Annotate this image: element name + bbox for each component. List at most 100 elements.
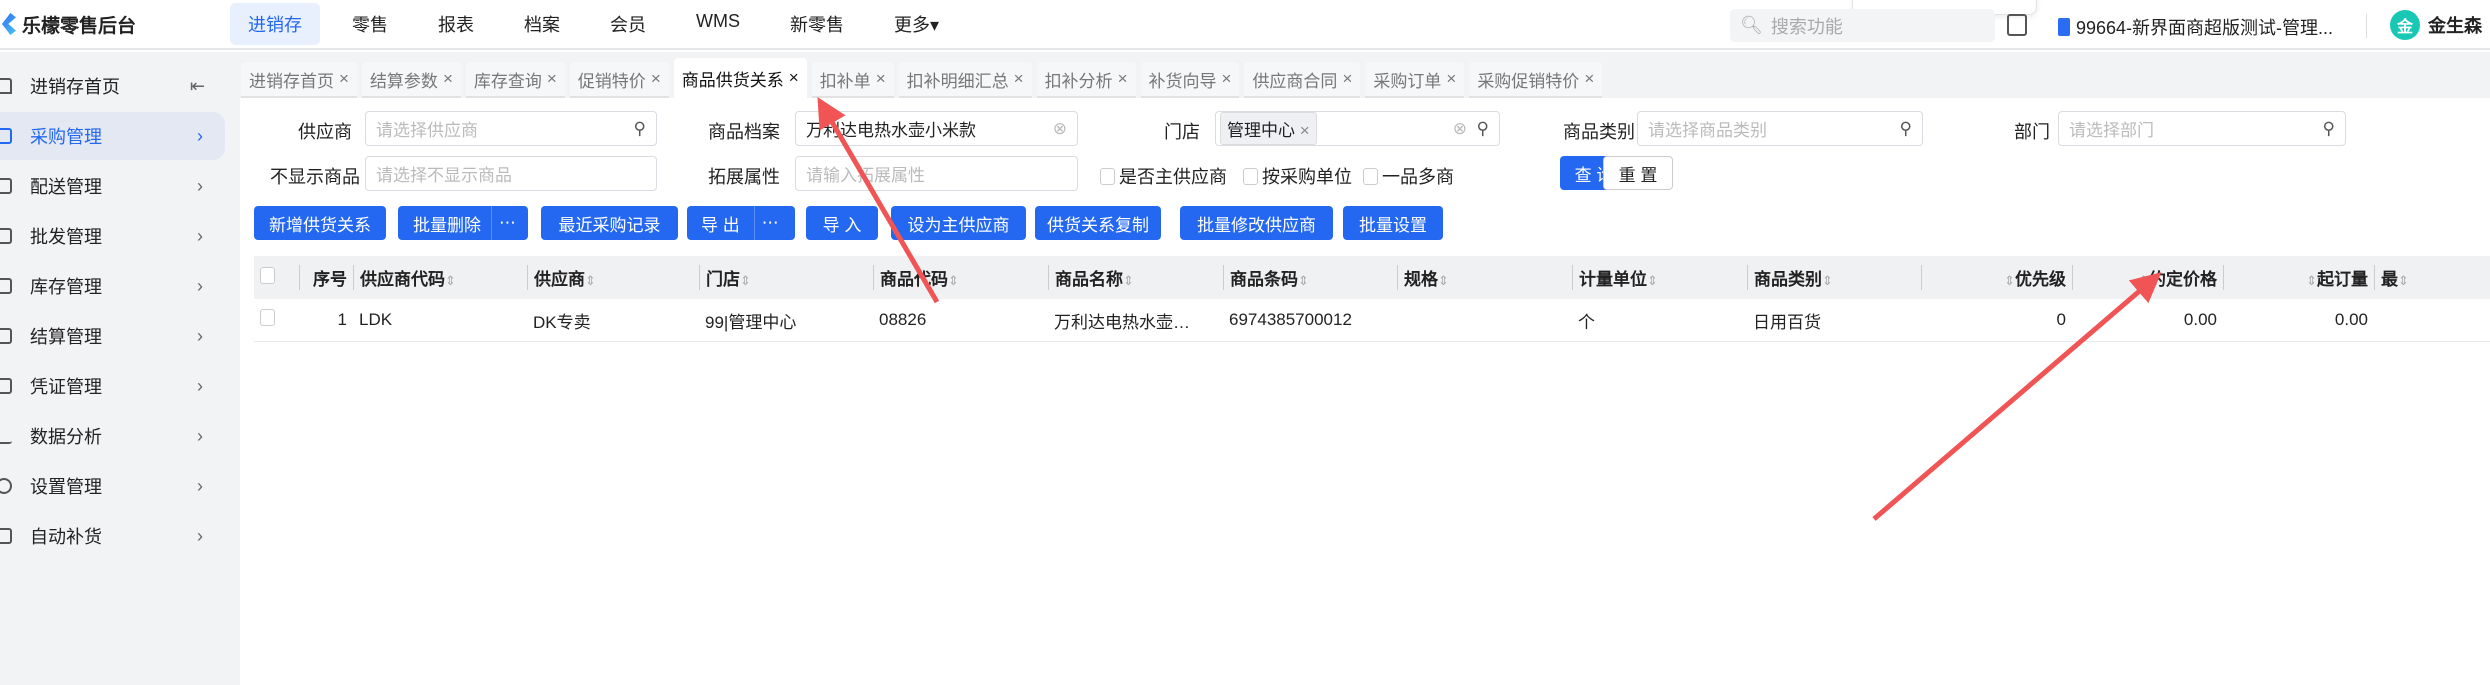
table-row[interactable]: 1 LDK DK专卖 99|管理中心 08826 万利达电热水壶… 697438570001… (254, 299, 2490, 342)
add-supply-relation-button[interactable]: 新增供货关系 (254, 206, 386, 240)
product-input[interactable]: 万利达电热水壶小米款 ⊗ (795, 111, 1078, 146)
sidebar-item-voucher[interactable]: 凭证管理 › (0, 362, 225, 410)
tab-2[interactable]: 库存查询 × (465, 62, 565, 98)
hide-input[interactable]: 请选择不显示商品 (365, 156, 657, 191)
sort-icon[interactable]: ⇕ (1298, 273, 1309, 288)
column-header[interactable]: 供应商代码⇕ (353, 265, 527, 290)
search-input[interactable]: 🔍︎ 搜索功能 (1730, 9, 1995, 42)
tab-7[interactable]: 扣补分析 × (1036, 62, 1136, 98)
sidebar-item-settlement[interactable]: 结算管理 › (0, 312, 225, 360)
column-header[interactable]: ⇕优先级 (1921, 265, 2072, 290)
category-input[interactable]: 请选择商品类别 ⚲ (1637, 111, 1923, 146)
tab-3[interactable]: 促销特价 × (569, 62, 669, 98)
nav-new-retail[interactable]: 新零售 (772, 3, 862, 45)
search-icon[interactable]: ⚲ (1900, 119, 1912, 139)
close-icon[interactable]: × (1014, 69, 1024, 89)
close-icon[interactable]: × (1584, 69, 1594, 89)
multi-supplier-checkbox[interactable]: 一品多商 (1363, 163, 1454, 189)
purchase-unit-checkbox[interactable]: 按采购单位 (1243, 163, 1352, 189)
sort-icon[interactable]: ⇕ (948, 273, 959, 288)
sort-icon[interactable]: ⇕ (1123, 273, 1134, 288)
collapse-icon[interactable]: ⇤ (190, 76, 205, 97)
main-supplier-checkbox[interactable]: 是否主供应商 (1100, 163, 1227, 189)
nav-report[interactable]: 报表 (420, 3, 492, 45)
sidebar-item-inventory[interactable]: 库存管理 › (0, 262, 225, 310)
nav-jxc[interactable]: 进销存 (230, 3, 320, 45)
close-icon[interactable]: × (1342, 69, 1352, 89)
sidebar-item-purchase[interactable]: 采购管理 › (0, 112, 225, 160)
close-icon[interactable]: × (1446, 69, 1456, 89)
store-input[interactable]: 管理中心 × ⊗ ⚲ (1215, 111, 1500, 146)
copy-supply-relation-button[interactable]: 供货关系复制 (1035, 206, 1161, 240)
sidebar-item-delivery[interactable]: 配送管理 › (0, 162, 225, 210)
column-header[interactable]: 计量单位⇕ (1572, 265, 1747, 290)
recent-purchase-button[interactable]: 最近采购记录 (541, 206, 678, 240)
nav-archive[interactable]: 档案 (506, 3, 578, 45)
sort-icon[interactable]: ⇕ (1438, 273, 1449, 288)
tab-10[interactable]: 采购订单 × (1365, 62, 1465, 98)
column-header[interactable]: 最⇕ (2374, 265, 2490, 290)
clear-icon[interactable]: ⊗ (1453, 119, 1467, 139)
checkbox[interactable] (1100, 167, 1115, 185)
tab-0[interactable]: 进销存首页 × (241, 62, 357, 98)
sort-icon[interactable]: ⇕ (2004, 273, 2015, 288)
column-header[interactable]: 序号 (299, 265, 353, 290)
close-icon[interactable]: × (789, 68, 799, 88)
export-button[interactable]: 导 出 ⋯ (687, 206, 795, 240)
search-icon[interactable]: ⚲ (2323, 119, 2335, 139)
more-icon[interactable]: ⋯ (753, 206, 786, 240)
search-icon[interactable]: ⚲ (634, 119, 646, 139)
tab-6[interactable]: 扣补明细汇总 × (898, 62, 1032, 98)
sort-icon[interactable]: ⇕ (2138, 273, 2149, 288)
nav-member[interactable]: 会员 (592, 3, 664, 45)
tab-11[interactable]: 采购促销特价 × (1469, 62, 1603, 98)
set-main-supplier-button[interactable]: 设为主供应商 (891, 206, 1026, 240)
column-header[interactable]: 供应商⇕ (527, 265, 699, 290)
sort-icon[interactable]: ⇕ (1647, 273, 1658, 288)
checkbox[interactable] (1363, 167, 1378, 185)
sort-icon[interactable]: ⇕ (445, 273, 456, 288)
tab-8[interactable]: 补货向导 × (1140, 62, 1240, 98)
search-icon[interactable]: ⚲ (1477, 119, 1489, 139)
close-icon[interactable]: × (876, 69, 886, 89)
sort-icon[interactable]: ⇕ (2398, 273, 2409, 288)
supplier-input[interactable]: 请选择供应商 ⚲ (365, 111, 657, 146)
close-icon[interactable]: × (1222, 69, 1232, 89)
checkbox[interactable] (1243, 167, 1258, 185)
close-icon[interactable]: × (547, 69, 557, 89)
batch-delete-button[interactable]: 批量删除 ⋯ (398, 206, 528, 240)
tab-1[interactable]: 结算参数 × (361, 62, 461, 98)
ext-input[interactable]: 请输入拓展属性 (795, 156, 1078, 191)
tab-9[interactable]: 供应商合同 × (1244, 62, 1361, 98)
column-header[interactable]: ⇕约定价格 (2072, 265, 2223, 290)
nav-more[interactable]: 更多▾ (876, 3, 957, 45)
close-icon[interactable]: × (1118, 69, 1128, 89)
batch-edit-supplier-button[interactable]: 批量修改供应商 (1180, 206, 1333, 240)
close-icon[interactable]: × (651, 69, 661, 89)
nav-retail[interactable]: 零售 (334, 3, 406, 45)
column-header[interactable]: 门店⇕ (699, 265, 873, 290)
dept-input[interactable]: 请选择部门 ⚲ (2058, 111, 2346, 146)
column-header[interactable]: 商品代码⇕ (873, 265, 1048, 290)
sidebar-item-home[interactable]: 进销存首页 ⇤ (0, 62, 225, 110)
user-menu[interactable]: 金金生森 (2390, 10, 2482, 40)
batch-settings-button[interactable]: 批量设置 (1343, 206, 1443, 240)
sidebar-item-auto-replenish[interactable]: 自动补货 › (0, 512, 225, 560)
column-header[interactable]: 商品名称⇕ (1048, 265, 1223, 290)
printer-icon[interactable] (2007, 14, 2027, 36)
org-selector[interactable]: 99664-新界面商超版测试-管理... (2058, 14, 2333, 40)
nav-wms[interactable]: WMS (678, 3, 758, 45)
tab-4[interactable]: 商品供货关系 × (673, 58, 807, 98)
sort-icon[interactable]: ⇕ (585, 273, 596, 288)
column-header[interactable]: ⇕起订量 (2223, 265, 2374, 290)
sort-icon[interactable]: ⇕ (1822, 273, 1833, 288)
row-checkbox[interactable] (254, 309, 299, 331)
select-all-checkbox[interactable] (254, 266, 299, 289)
sidebar-item-analysis[interactable]: 数据分析 › (0, 412, 225, 460)
sort-icon[interactable]: ⇕ (2306, 273, 2317, 288)
clear-icon[interactable]: ⊗ (1053, 119, 1067, 139)
column-header[interactable]: 商品条码⇕ (1223, 265, 1397, 290)
sidebar-item-settings[interactable]: 设置管理 › (0, 462, 225, 510)
column-header[interactable]: 规格⇕ (1397, 265, 1572, 290)
tag-close-icon[interactable]: × (1300, 121, 1310, 140)
